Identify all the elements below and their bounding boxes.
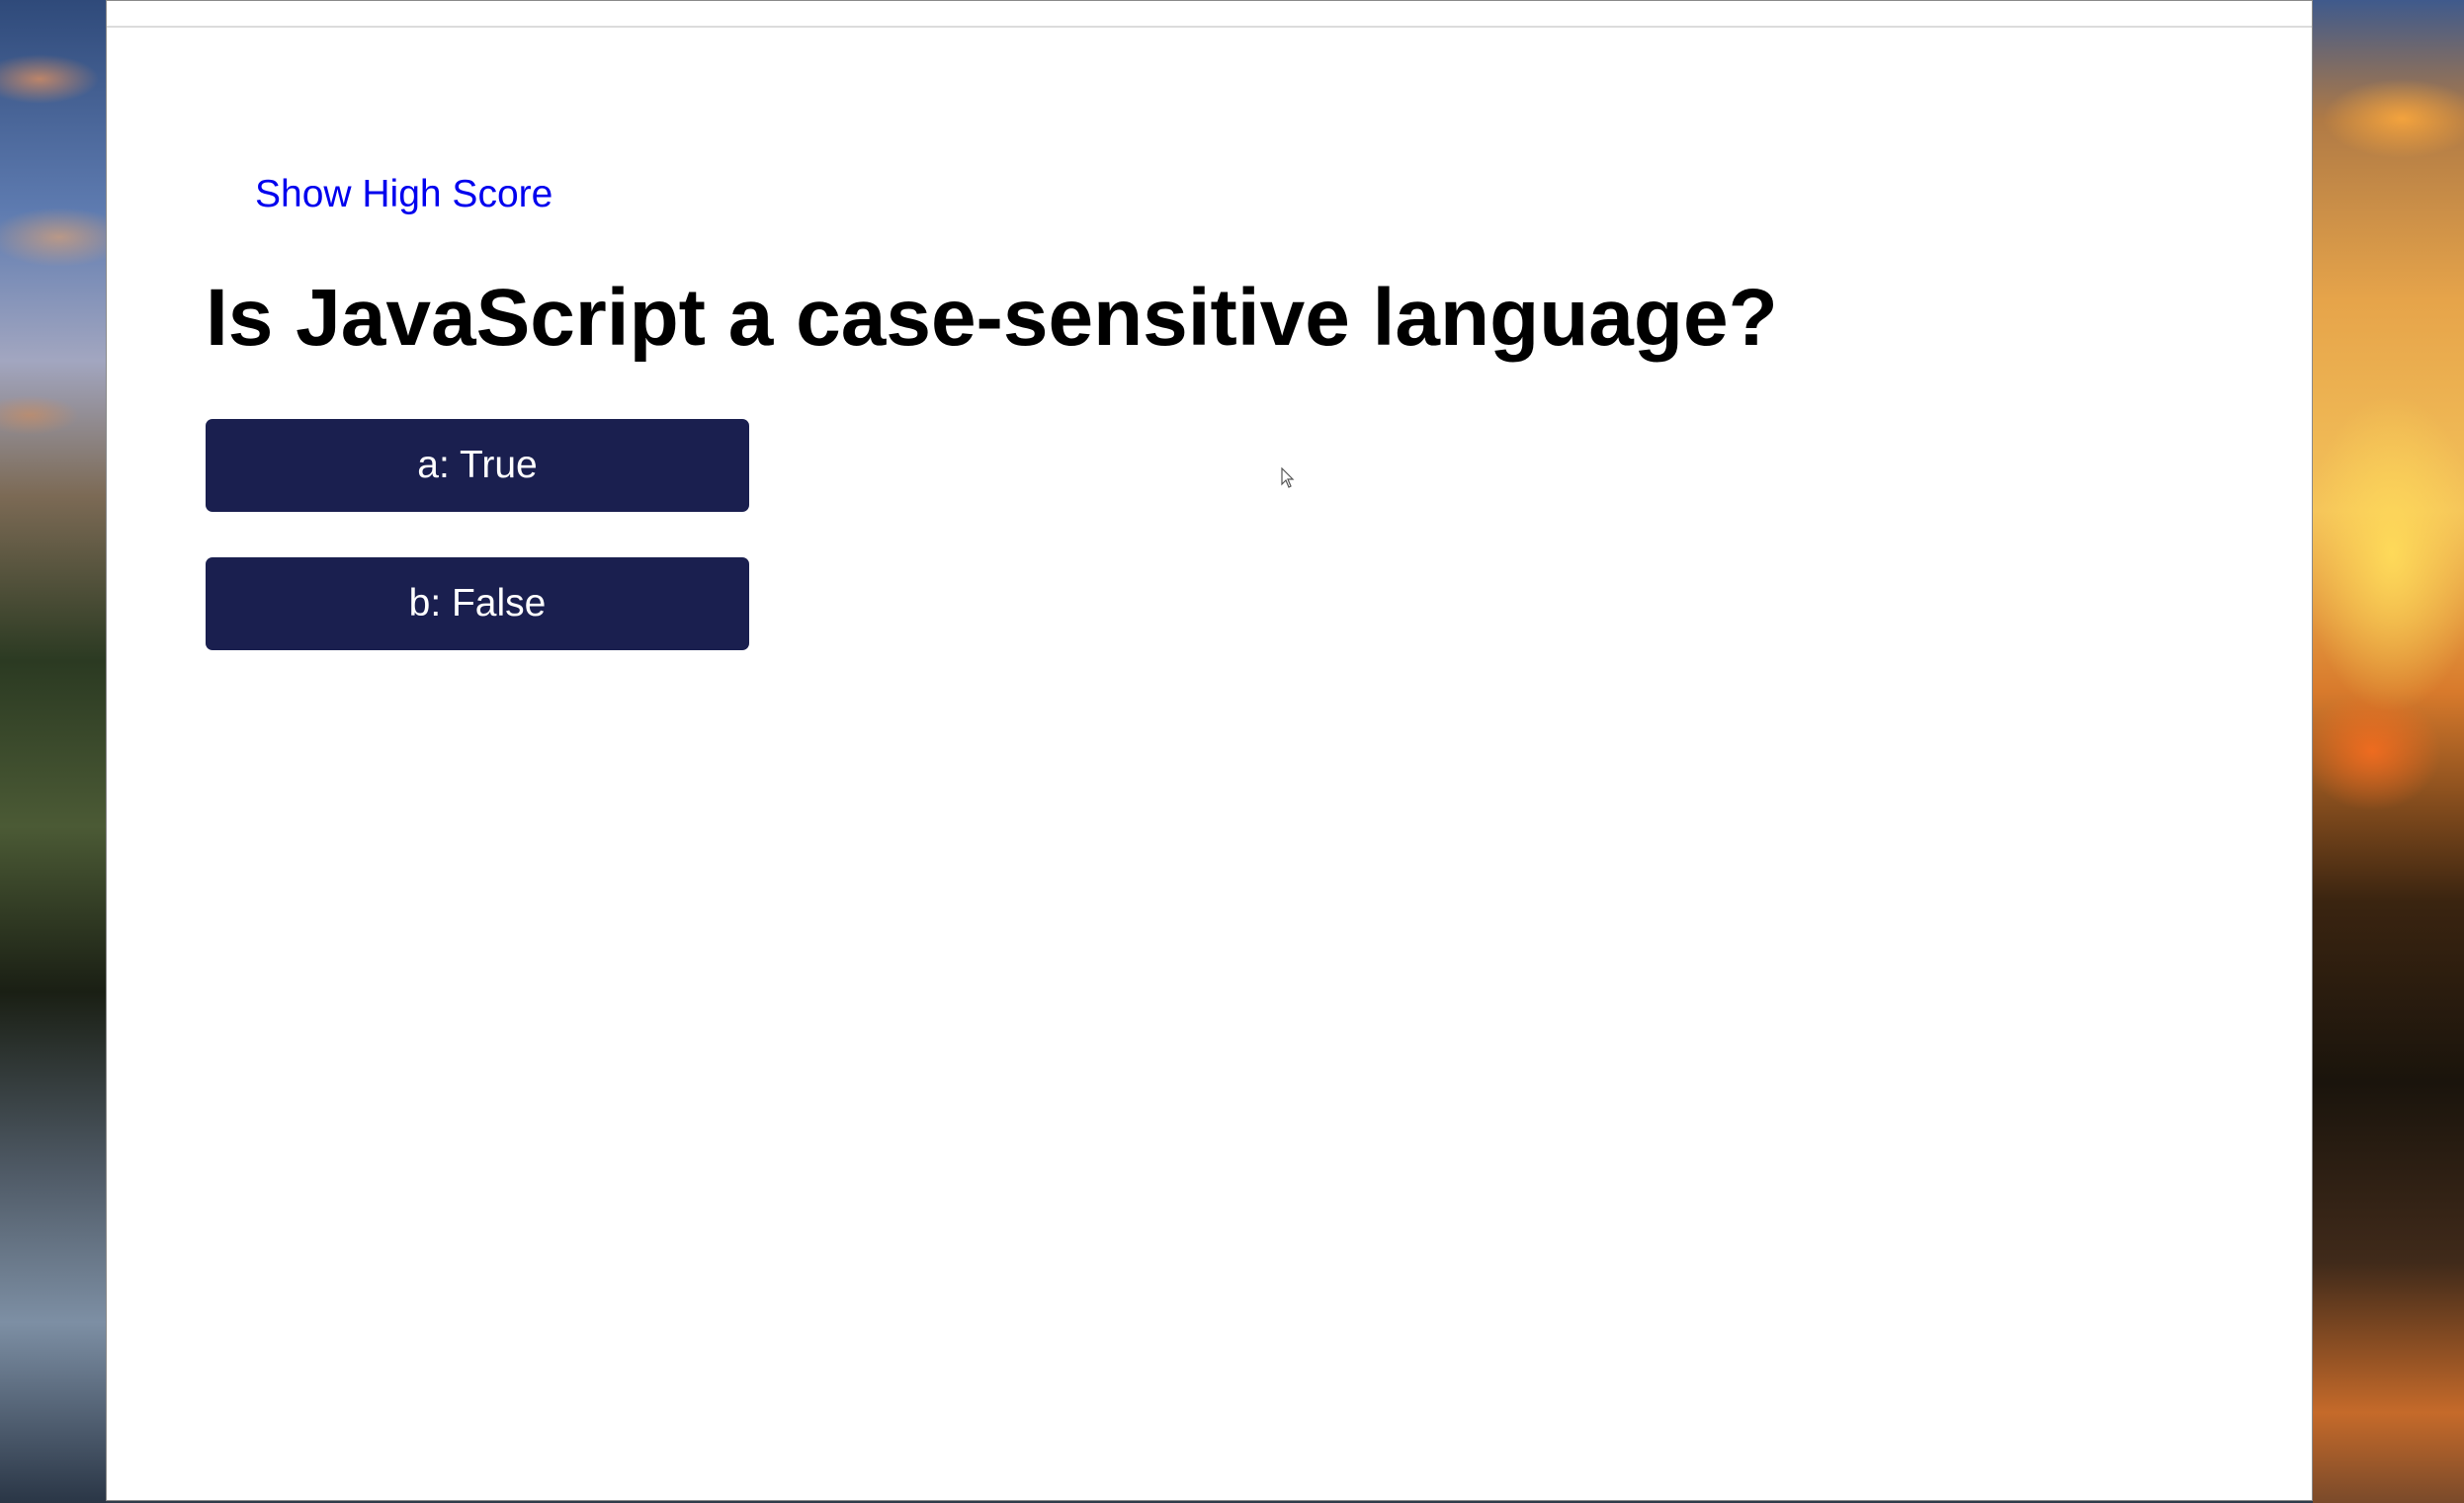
answer-a-button[interactable]: a: True <box>206 419 749 512</box>
browser-top-strip <box>107 1 2312 28</box>
browser-window: Show High Score Is JavaScript a case-sen… <box>106 0 2313 1501</box>
show-high-score-link[interactable]: Show High Score <box>255 175 552 213</box>
question-title: Is JavaScript a case-sensitive language? <box>206 273 1778 363</box>
mouse-pointer-icon <box>1281 467 1295 488</box>
desktop-wallpaper-left <box>0 0 106 1503</box>
answer-b-button[interactable]: b: False <box>206 557 749 650</box>
desktop-wallpaper-right <box>2313 0 2464 1503</box>
